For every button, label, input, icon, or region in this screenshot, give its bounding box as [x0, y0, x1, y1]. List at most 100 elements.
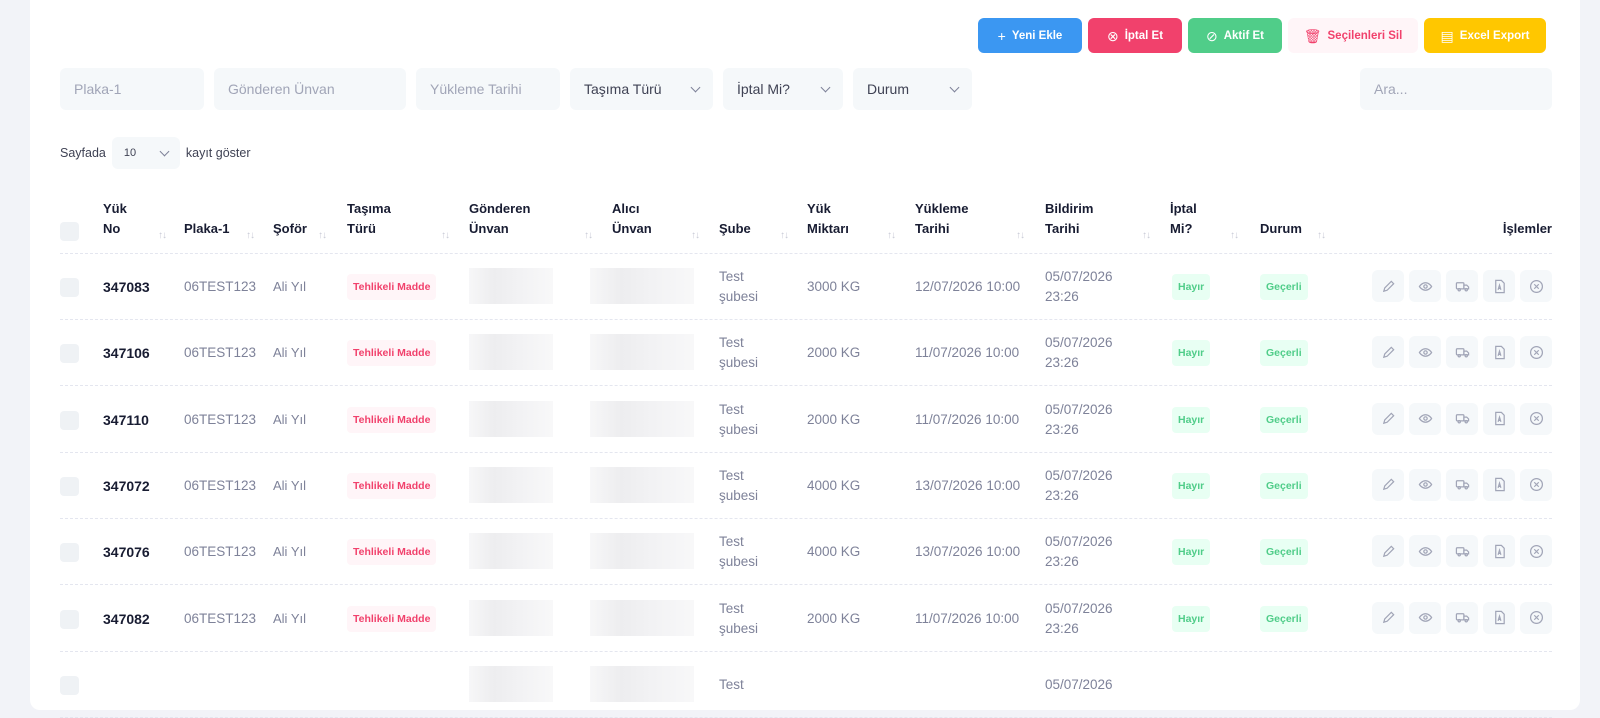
pencil-icon[interactable]: [1372, 468, 1404, 501]
cell-durum: Geçerli: [1260, 254, 1308, 320]
gonderen-filter-input[interactable]: Gönderen Ünvan: [214, 68, 406, 110]
gonderen-redacted: [469, 268, 553, 304]
eye-icon[interactable]: [1409, 402, 1441, 435]
pdf-icon[interactable]: [1483, 402, 1515, 435]
cell-sube: Test: [719, 676, 744, 692]
sort-icon[interactable]: ↑↓: [246, 230, 255, 241]
sort-icon[interactable]: ↑↓: [584, 230, 593, 241]
pdf-icon[interactable]: [1483, 336, 1515, 369]
yukleme-tarihi-filter-input[interactable]: Yükleme Tarihi: [416, 68, 560, 110]
column-bildirim-tarihi[interactable]: Bildirim Tarihi: [1045, 199, 1115, 239]
column-durum[interactable]: Durum: [1260, 219, 1302, 239]
table-row: 347083 06TEST123 Ali Yıl Tehlikeli Madde Tes…: [60, 254, 1552, 320]
column-yuk-miktari[interactable]: Yük Miktarı: [807, 199, 867, 239]
eye-icon[interactable]: [1409, 468, 1441, 501]
sort-icon[interactable]: ↑↓: [1317, 230, 1326, 241]
truck-icon[interactable]: [1446, 270, 1478, 302]
sort-icon[interactable]: ↑↓: [318, 230, 327, 241]
column-sube[interactable]: Şube: [719, 219, 751, 239]
per-page-prefix: Sayfada: [60, 146, 106, 160]
pencil-icon[interactable]: [1372, 535, 1404, 568]
eye-icon[interactable]: [1409, 601, 1441, 634]
alici-redacted: [590, 533, 694, 570]
durum-select[interactable]: Durum: [853, 68, 972, 110]
truck-icon[interactable]: [1446, 535, 1478, 568]
column-gonderen[interactable]: Gönderen Ünvan: [469, 199, 549, 239]
row-checkbox[interactable]: [60, 675, 79, 695]
pencil-icon[interactable]: [1372, 601, 1404, 634]
select-all-checkbox[interactable]: [60, 222, 79, 241]
pdf-icon[interactable]: [1483, 468, 1515, 501]
column-yukleme-tarihi[interactable]: Yükleme Tarihi: [915, 199, 985, 239]
truck-icon[interactable]: [1446, 402, 1478, 435]
plaka-filter-input[interactable]: Plaka-1: [60, 68, 204, 110]
cell-bildirim-tarihi: 05/07/2026 23:26: [1045, 335, 1113, 371]
column-plaka[interactable]: Plaka-1: [184, 219, 234, 239]
new-button[interactable]: + Yeni Ekle: [978, 18, 1082, 53]
pdf-icon[interactable]: [1483, 601, 1515, 634]
file-icon: ▤: [1440, 27, 1454, 44]
tasima-turu-select[interactable]: Taşıma Türü: [570, 68, 713, 110]
row-checkbox[interactable]: [60, 344, 79, 364]
cell-bildirim-tarihi: 05/07/2026 23:26: [1045, 467, 1113, 503]
iptal-mi-select[interactable]: İptal Mi?: [723, 68, 843, 110]
truck-icon[interactable]: [1446, 601, 1478, 634]
excel-export-button[interactable]: ▤ Excel Export: [1424, 18, 1546, 53]
cell-yuk-no: 347076: [103, 544, 150, 561]
iptal-badge: Hayır: [1172, 274, 1211, 300]
sort-icon[interactable]: ↑↓: [158, 230, 167, 241]
x-circle-icon[interactable]: [1520, 535, 1552, 568]
cell-sofor: Ali Yıl: [273, 411, 306, 427]
truck-icon[interactable]: [1446, 336, 1478, 369]
column-alici[interactable]: Alıcı Ünvan: [612, 199, 672, 239]
truck-icon[interactable]: [1446, 468, 1478, 501]
row-checkbox[interactable]: [60, 609, 79, 629]
per-page-value: 10: [123, 147, 137, 159]
column-sofor[interactable]: Şoför: [273, 219, 307, 239]
cell-sube: Test şubesi: [719, 335, 759, 371]
x-circle-icon[interactable]: [1520, 402, 1552, 435]
eye-icon[interactable]: [1409, 535, 1441, 568]
cancel-button[interactable]: ⊗ İptal Et: [1088, 18, 1182, 53]
sort-icon[interactable]: ↑↓: [691, 230, 700, 241]
x-circle-icon[interactable]: [1520, 336, 1552, 369]
activate-button[interactable]: ⊘ Aktif Et: [1188, 18, 1282, 53]
row-checkbox[interactable]: [60, 543, 79, 563]
per-page-select[interactable]: 10: [111, 137, 180, 169]
cell-yuk-no: 347072: [103, 477, 150, 494]
eye-icon[interactable]: [1409, 336, 1441, 369]
row-actions: [1372, 270, 1552, 302]
x-circle-icon[interactable]: [1520, 601, 1552, 634]
sort-icon[interactable]: ↑↓: [887, 230, 896, 241]
x-circle-icon[interactable]: [1520, 270, 1552, 302]
column-iptal-mi[interactable]: İptal Mi?: [1170, 199, 1210, 239]
sort-icon[interactable]: ↑↓: [1230, 230, 1239, 241]
cell-durum: Geçerli: [1260, 387, 1308, 453]
cell-plaka: 06TEST123: [184, 544, 257, 560]
cell-yuk-miktari: 2000 KG: [807, 411, 861, 427]
tasima-turu-badge: Tehlikeli Madde: [347, 539, 437, 566]
pencil-icon[interactable]: [1372, 270, 1404, 302]
sort-icon[interactable]: ↑↓: [1142, 230, 1151, 241]
pencil-icon[interactable]: [1372, 402, 1404, 435]
pencil-icon[interactable]: [1372, 336, 1404, 369]
durum-select-label: Durum: [867, 81, 910, 97]
cell-sube: Test şubesi: [719, 534, 759, 570]
row-checkbox[interactable]: [60, 278, 79, 297]
column-tasima-turu[interactable]: Taşıma Türü: [347, 199, 407, 239]
cell-sube: Test şubesi: [719, 467, 759, 503]
cell-bildirim-tarihi: 05/07/2026 23:26: [1045, 269, 1113, 304]
sort-icon[interactable]: ↑↓: [1016, 230, 1025, 241]
pdf-icon[interactable]: [1483, 270, 1515, 302]
row-checkbox[interactable]: [60, 410, 79, 430]
column-yuk-no[interactable]: Yük No: [103, 199, 143, 239]
sort-icon[interactable]: ↑↓: [441, 230, 450, 241]
search-input[interactable]: Ara...: [1360, 68, 1552, 110]
x-circle-icon[interactable]: [1520, 468, 1552, 501]
row-checkbox[interactable]: [60, 476, 79, 496]
delete-selected-button[interactable]: 🗑 Seçilenleri Sil: [1288, 18, 1418, 53]
sort-icon[interactable]: ↑↓: [780, 230, 789, 241]
pdf-icon[interactable]: [1483, 535, 1515, 568]
eye-icon[interactable]: [1409, 270, 1441, 302]
row-actions: [1372, 336, 1552, 369]
